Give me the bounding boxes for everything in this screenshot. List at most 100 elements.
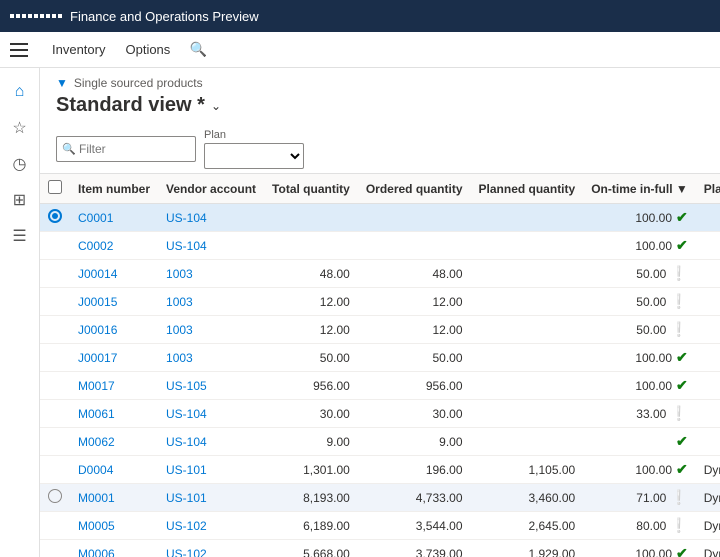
table-row[interactable]: C0001US-104100.00✔ [40,204,720,232]
sidebar-workspaces-icon[interactable]: ⊞ [4,184,36,216]
search-icon[interactable]: 🔍 [186,38,210,62]
breadcrumb: ▼ Single sourced products [40,68,720,92]
cell-ordered-quantity: 196.00 [358,456,471,484]
cell-vendor-account[interactable]: US-102 [158,540,264,557]
app-grid-icon[interactable] [10,14,62,18]
radio-cell[interactable] [40,540,70,557]
radio-cell[interactable] [40,512,70,540]
cell-vendor-account[interactable]: US-104 [158,204,264,232]
cell-vendor-account[interactable]: 1003 [158,316,264,344]
radio-cell[interactable] [40,288,70,316]
cell-vendor-account[interactable]: US-101 [158,456,264,484]
cell-item-number[interactable]: M0001 [70,484,158,512]
table-row[interactable]: M0005US-1026,189.003,544.002,645.0080.00… [40,512,720,540]
ontimefull-value: 50.00 [636,267,666,281]
sidebar-home-icon[interactable]: ⌂ [4,76,36,108]
table-row[interactable]: J00015100312.0012.0050.00❕ [40,288,720,316]
cell-item-number[interactable]: J00014 [70,260,158,288]
cell-ontimefull: 100.00✔ [583,540,696,557]
table-row[interactable]: C0002US-104100.00✔ [40,232,720,260]
cell-total-quantity: 1,301.00 [264,456,358,484]
menu-inventory[interactable]: Inventory [44,38,113,61]
cell-total-quantity: 956.00 [264,372,358,400]
cell-planned-quantity [471,260,584,288]
radio-cell[interactable] [40,400,70,428]
radio-button-filled[interactable] [48,209,62,223]
table-row[interactable]: M0001US-1018,193.004,733.003,460.0071.00… [40,484,720,512]
cell-item-number[interactable]: J00017 [70,344,158,372]
sidebar-modules-icon[interactable]: ☰ [4,220,36,252]
filter-input[interactable] [56,136,196,162]
exclamation-icon: ❕ [670,489,687,506]
radio-cell[interactable] [40,456,70,484]
exclamation-icon: ❕ [670,517,687,534]
table-row[interactable]: J00014100348.0048.0050.00❕ [40,260,720,288]
ontimefull-value: 100.00 [635,463,672,477]
cell-vendor-account[interactable]: US-101 [158,484,264,512]
page-title: Standard view * [56,94,205,117]
table-row[interactable]: M0017US-105956.00956.00100.00✔ [40,372,720,400]
radio-cell[interactable] [40,260,70,288]
radio-cell[interactable] [40,372,70,400]
table-row[interactable]: M0062US-1049.009.00✔ [40,428,720,456]
check-icon: ✔ [676,237,688,254]
cell-item-number[interactable]: M0005 [70,512,158,540]
app-title: Finance and Operations Preview [70,9,259,24]
menu-options[interactable]: Options [117,38,178,61]
cell-vendor-account[interactable]: US-104 [158,232,264,260]
hamburger-menu[interactable] [10,38,34,62]
sidebar-favorites-icon[interactable]: ☆ [4,112,36,144]
cell-total-quantity: 9.00 [264,428,358,456]
cell-item-number[interactable]: C0001 [70,204,158,232]
cell-plan [696,316,720,344]
radio-cell[interactable] [40,428,70,456]
ontimefull-value: 80.00 [636,519,666,533]
cell-vendor-account[interactable]: 1003 [158,288,264,316]
table-row[interactable]: J00016100312.0012.0050.00❕ [40,316,720,344]
select-all-checkbox[interactable] [48,180,62,194]
cell-total-quantity: 5,668.00 [264,540,358,557]
cell-item-number[interactable]: M0006 [70,540,158,557]
th-radio [40,174,70,204]
cell-total-quantity: 8,193.00 [264,484,358,512]
cell-vendor-account[interactable]: US-104 [158,428,264,456]
cell-ordered-quantity: 9.00 [358,428,471,456]
cell-vendor-account[interactable]: US-102 [158,512,264,540]
cell-item-number[interactable]: C0002 [70,232,158,260]
cell-item-number[interactable]: M0061 [70,400,158,428]
cell-vendor-account[interactable]: 1003 [158,260,264,288]
radio-button-empty[interactable] [48,489,62,503]
radio-cell[interactable] [40,232,70,260]
cell-ordered-quantity [358,232,471,260]
table-row[interactable]: M0061US-10430.0030.0033.00❕ [40,400,720,428]
title-dropdown-icon[interactable]: ⌄ [211,99,221,113]
plan-select[interactable]: DynPlan [204,143,304,169]
cell-total-quantity: 12.00 [264,288,358,316]
cell-item-number[interactable]: J00015 [70,288,158,316]
page-title-row: Standard view * ⌄ [40,92,720,125]
table-row[interactable]: J00017100350.0050.00100.00✔ [40,344,720,372]
cell-ordered-quantity: 4,733.00 [358,484,471,512]
ontimefull-value: 50.00 [636,295,666,309]
cell-ontimefull: 50.00❕ [583,316,696,343]
table-row[interactable]: D0004US-1011,301.00196.001,105.00100.00✔… [40,456,720,484]
cell-vendor-account[interactable]: US-105 [158,372,264,400]
ontimefull-value: 100.00 [635,351,672,365]
cell-vendor-account[interactable]: 1003 [158,344,264,372]
radio-cell[interactable] [40,204,70,232]
exclamation-icon: ❕ [670,321,687,338]
table-row[interactable]: M0006US-1025,668.003,739.001,929.00100.0… [40,540,720,557]
radio-cell[interactable] [40,316,70,344]
cell-item-number[interactable]: J00016 [70,316,158,344]
cell-item-number[interactable]: D0004 [70,456,158,484]
radio-cell[interactable] [40,484,70,512]
cell-total-quantity: 30.00 [264,400,358,428]
radio-cell[interactable] [40,344,70,372]
sidebar-recent-icon[interactable]: ◷ [4,148,36,180]
cell-item-number[interactable]: M0062 [70,428,158,456]
table-container[interactable]: Item number Vendor account Total quantit… [40,173,720,557]
cell-vendor-account[interactable]: US-104 [158,400,264,428]
th-vendor-account: Vendor account [158,174,264,204]
cell-plan: DynPlan [696,512,720,540]
cell-item-number[interactable]: M0017 [70,372,158,400]
